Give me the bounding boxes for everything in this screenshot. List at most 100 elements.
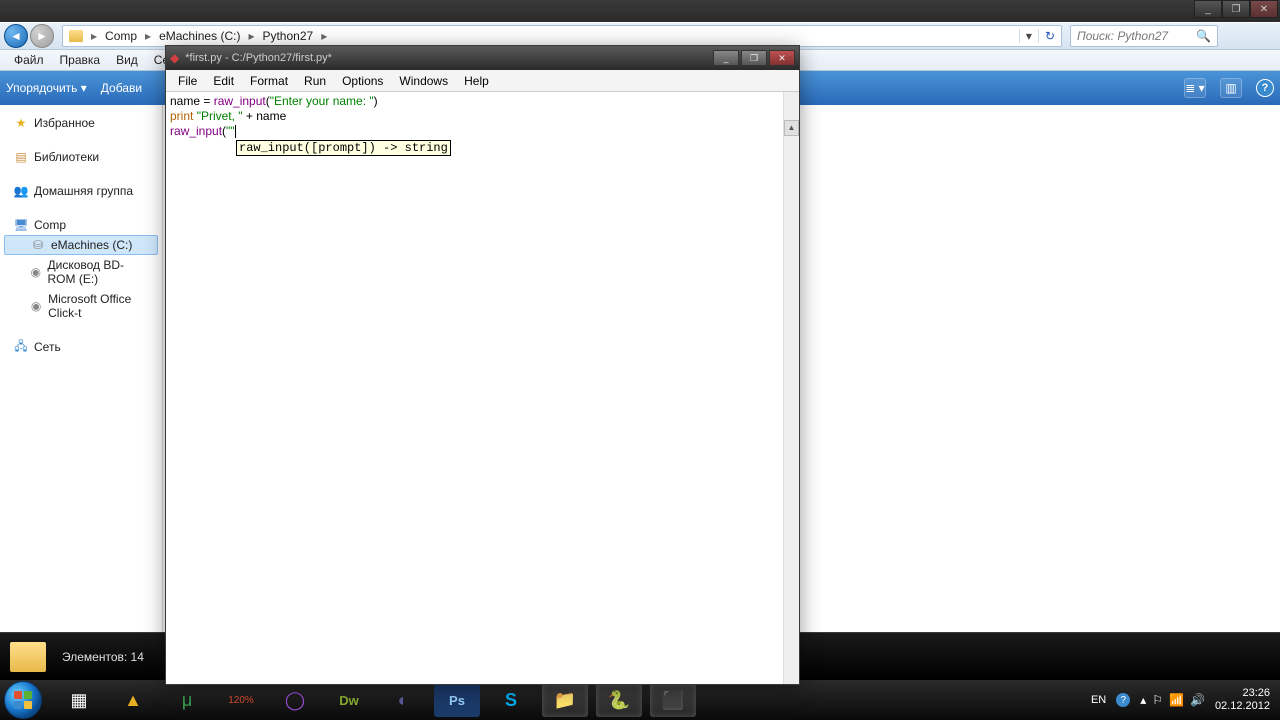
breadcrumb-dropdown-button[interactable]: ▾ <box>1019 29 1038 43</box>
idle-menu-edit[interactable]: Edit <box>205 74 242 88</box>
idle-menubar: File Edit Format Run Options Windows Hel… <box>166 70 799 92</box>
idle-menu-run[interactable]: Run <box>296 74 334 88</box>
windows-logo-icon <box>14 691 32 709</box>
idle-minimize-button[interactable]: _ <box>713 50 739 66</box>
idle-menu-help[interactable]: Help <box>456 74 497 88</box>
system-tray[interactable]: ▴ ⚐ 📶 🔊 <box>1140 693 1205 707</box>
taskbar: ▦ ▲ μ 120% ◯ Dw ◐ Ps S 📁 🐍 ⬛ EN ? ▴ ⚐ 📶 … <box>0 680 1280 720</box>
clock-date: 02.12.2012 <box>1215 700 1270 713</box>
breadcrumb-seg-drive[interactable]: eMachines (C:) <box>153 26 246 46</box>
chevron-right-icon: ▸ <box>319 29 329 43</box>
nav-forward-button[interactable]: ► <box>30 24 54 48</box>
outer-minimize-button[interactable]: _ <box>1194 0 1222 18</box>
taskbar-app-eclipse[interactable]: ◐ <box>380 683 426 717</box>
taskbar-app-photoshop[interactable]: Ps <box>434 683 480 717</box>
idle-menu-format[interactable]: Format <box>242 74 296 88</box>
idle-title-text: *first.py - C:/Python27/first.py* <box>185 52 332 64</box>
nav-label: Избранное <box>34 116 95 130</box>
taskbar-app-console[interactable]: ⬛ <box>650 683 696 717</box>
chevron-right-icon: ▸ <box>89 29 99 43</box>
language-indicator[interactable]: EN <box>1091 694 1106 706</box>
breadcrumb[interactable]: ▸ Comp ▸ eMachines (C:) ▸ Python27 ▸ ▾ ↻ <box>62 25 1062 47</box>
search-input[interactable]: Поиск: Python27 🔍 <box>1070 25 1218 47</box>
idle-title-bar[interactable]: ◆ *first.py - C:/Python27/first.py* _ ❐ … <box>166 46 799 70</box>
nav-label: Библиотеки <box>34 150 99 164</box>
taskbar-app-utorrent[interactable]: μ <box>164 683 210 717</box>
computer-icon: 🖥 <box>14 218 28 232</box>
menu-view[interactable]: Вид <box>108 53 146 67</box>
taskbar-app-dreamweaver[interactable]: Dw <box>326 683 372 717</box>
outer-close-button[interactable]: ✕ <box>1250 0 1278 18</box>
view-options-button[interactable]: ≣ ▾ <box>1184 78 1206 98</box>
nav-label: Microsoft Office Click-t <box>48 292 152 320</box>
libraries-icon: ▤ <box>14 150 28 164</box>
nav-homegroup[interactable]: 👥 Домашняя группа <box>4 181 158 201</box>
nav-label: eMachines (C:) <box>51 238 132 252</box>
start-button[interactable] <box>4 681 42 719</box>
organize-button[interactable]: Упорядочить ▾ <box>6 81 87 95</box>
taskbar-app-explorer-window[interactable]: 📁 <box>542 683 588 717</box>
nav-drive-c[interactable]: ⛁ eMachines (C:) <box>4 235 158 255</box>
nav-label: Дисковод BD-ROM (E:) <box>48 258 153 286</box>
idle-tooltip: raw_input([prompt]) -> string <box>236 140 451 156</box>
nav-back-button[interactable]: ◄ <box>4 24 28 48</box>
preview-pane-button[interactable]: ▥ <box>1220 78 1242 98</box>
homegroup-icon: 👥 <box>14 184 28 198</box>
chevron-right-icon: ▸ <box>246 29 256 43</box>
idle-menu-options[interactable]: Options <box>334 74 391 88</box>
taskbar-app-idle[interactable]: 🐍 <box>596 683 642 717</box>
tray-network-icon[interactable]: 📶 <box>1169 693 1184 707</box>
idle-scrollbar[interactable]: ▲ <box>783 92 799 684</box>
help-button[interactable]: ? <box>1256 79 1274 97</box>
tray-up-icon[interactable]: ▴ <box>1140 693 1146 707</box>
nav-label: Comp <box>34 218 66 232</box>
nav-network[interactable]: 🖧 Сеть <box>4 337 158 357</box>
idle-editor-window: ◆ *first.py - C:/Python27/first.py* _ ❐ … <box>165 45 800 685</box>
idle-menu-file[interactable]: File <box>170 74 205 88</box>
drive-icon: ⛁ <box>31 238 45 252</box>
nav-libraries[interactable]: ▤ Библиотеки <box>4 147 158 167</box>
navigation-pane: ★ Избранное ▤ Библиотеки 👥 Домашняя груп… <box>0 105 163 632</box>
refresh-button[interactable]: ↻ <box>1038 29 1061 43</box>
folder-icon <box>69 30 83 42</box>
status-item-count: Элементов: 14 <box>62 650 144 664</box>
breadcrumb-seg-folder[interactable]: Python27 <box>256 26 319 46</box>
python-icon: ◆ <box>170 51 179 65</box>
idle-menu-windows[interactable]: Windows <box>391 74 456 88</box>
tray-flag-icon[interactable]: ⚐ <box>1152 693 1163 707</box>
nav-drive-ms[interactable]: ◉ Microsoft Office Click-t <box>4 289 158 323</box>
folder-icon <box>10 642 46 672</box>
outer-maximize-button[interactable]: ❐ <box>1222 0 1250 18</box>
nav-drive-bd[interactable]: ◉ Дисковод BD-ROM (E:) <box>4 255 158 289</box>
nav-label: Сеть <box>34 340 61 354</box>
chevron-right-icon: ▸ <box>143 29 153 43</box>
taskbar-app-skype[interactable]: S <box>488 683 534 717</box>
nav-computer[interactable]: 🖥 Comp <box>4 215 158 235</box>
taskbar-app-explorer[interactable]: ▦ <box>56 683 102 717</box>
taskbar-app-purple[interactable]: ◯ <box>272 683 318 717</box>
help-tray-icon[interactable]: ? <box>1116 693 1130 707</box>
scroll-up-button[interactable]: ▲ <box>784 120 799 136</box>
idle-code-area[interactable]: name = raw_input("Enter your name: ") pr… <box>166 92 799 684</box>
disc-icon: ◉ <box>30 265 42 279</box>
idle-maximize-button[interactable]: ❐ <box>741 50 767 66</box>
tray-sound-icon[interactable]: 🔊 <box>1190 693 1205 707</box>
idle-close-button[interactable]: ✕ <box>769 50 795 66</box>
clock-time: 23:26 <box>1215 687 1270 700</box>
taskbar-clock[interactable]: 23:26 02.12.2012 <box>1215 687 1270 713</box>
network-icon: 🖧 <box>14 340 28 354</box>
search-placeholder: Поиск: Python27 <box>1077 29 1168 43</box>
taskbar-app-120pct[interactable]: 120% <box>218 683 264 717</box>
menu-file[interactable]: Файл <box>6 53 52 67</box>
taskbar-app-aimp[interactable]: ▲ <box>110 683 156 717</box>
disc-icon: ◉ <box>30 299 42 313</box>
nav-favorites[interactable]: ★ Избранное <box>4 113 158 133</box>
add-to-library-button[interactable]: Добави <box>101 81 142 95</box>
outer-window-titlebar: _ ❐ ✕ <box>0 0 1280 22</box>
breadcrumb-seg-comp[interactable]: Comp <box>99 26 143 46</box>
menu-edit[interactable]: Правка <box>52 53 109 67</box>
star-icon: ★ <box>14 116 28 130</box>
text-cursor <box>235 125 236 138</box>
search-icon[interactable]: 🔍 <box>1196 29 1211 43</box>
nav-label: Домашняя группа <box>34 184 133 198</box>
